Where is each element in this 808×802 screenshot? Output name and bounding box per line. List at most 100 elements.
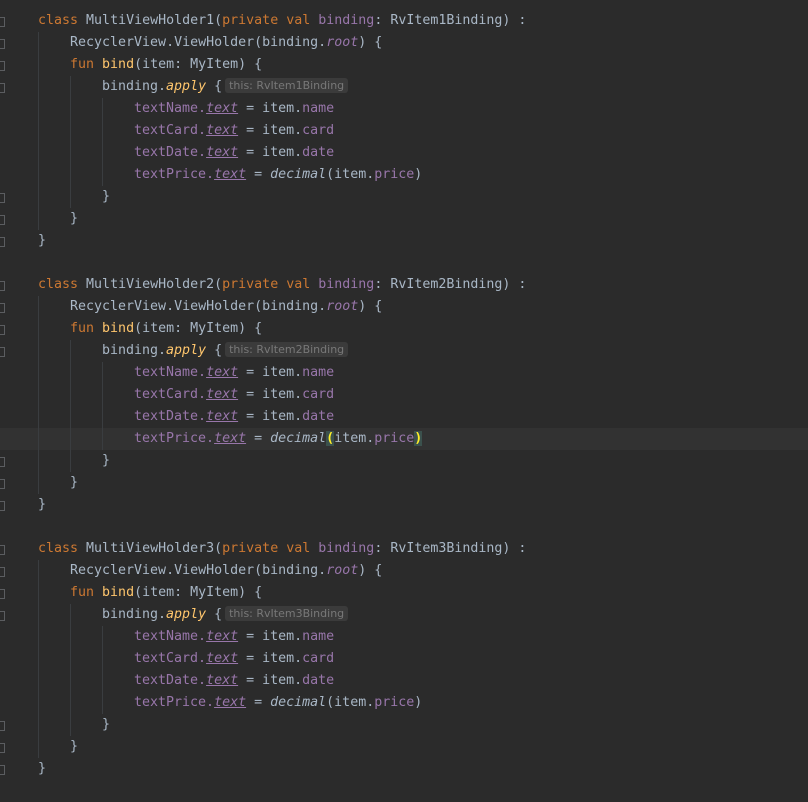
colon: : [374,13,383,28]
value-property: date [302,673,335,688]
receiver: textDate. [134,145,207,160]
code-line[interactable]: RecyclerView.ViewHolder(binding.root) { [0,32,808,54]
closing-brace: } [70,475,79,490]
code-line[interactable]: textCard.text = item.card [0,648,808,670]
assign-op: = item. [238,123,303,138]
code-line[interactable]: binding.apply {this: RvItem1Binding [0,76,808,98]
code-line[interactable]: RecyclerView.ViewHolder(binding.root) { [0,560,808,582]
code-line[interactable]: fun bind(item: MyItem) { [0,582,808,604]
code-line[interactable]: textName.text = item.name [0,626,808,648]
fold-marker-icon[interactable] [0,61,5,71]
fold-marker-icon[interactable] [0,39,5,49]
keyword: val [286,541,311,556]
fold-marker-icon[interactable] [0,303,5,313]
fold-marker-icon[interactable] [0,457,5,467]
fold-marker-icon[interactable] [0,479,5,489]
code-line[interactable]: textDate.text = item.date [0,670,808,692]
function-call: decimal [270,167,327,182]
fold-marker-icon[interactable] [0,721,5,731]
fold-marker-icon[interactable] [0,281,5,291]
value-property: price [374,167,415,182]
closing-brace: } [38,497,47,512]
synthetic-property: text [206,409,239,424]
super-end: ) { [358,299,383,314]
fold-marker-icon[interactable] [0,237,5,247]
keyword: class [38,277,79,292]
closing-brace: } [102,717,111,732]
fold-marker-icon[interactable] [0,347,5,357]
receiver: textDate. [134,673,207,688]
code-line[interactable]: } [0,208,808,230]
code-line[interactable]: } [0,714,808,736]
code-line[interactable]: class MultiViewHolder2(private val bindi… [0,274,808,296]
code-line[interactable]: textName.text = item.name [0,98,808,120]
code-line[interactable]: RecyclerView.ViewHolder(binding.root) { [0,296,808,318]
indent-guide [102,626,103,714]
code-line[interactable]: textPrice.text = decimal(item.price) [0,164,808,186]
code-line[interactable]: textName.text = item.name [0,362,808,384]
code-line[interactable]: textDate.text = item.date [0,142,808,164]
fold-marker-icon[interactable] [0,743,5,753]
root-property: root [326,35,359,50]
type-name: RvItem1Binding [390,13,503,28]
code-line[interactable]: } [0,494,808,516]
fold-marker-icon[interactable] [0,611,5,621]
apply-receiver: binding. [102,607,167,622]
type-name: RvItem2Binding [390,277,503,292]
code-line[interactable]: } [0,472,808,494]
fold-marker-icon[interactable] [0,589,5,599]
fold-marker-icon[interactable] [0,325,5,335]
brace: { [214,79,223,94]
apply-call: apply [166,343,207,358]
keyword: fun [70,57,95,72]
value-property: name [302,365,335,380]
assign-op: = item. [238,673,303,688]
function-call: decimal [270,431,327,446]
code-line[interactable]: binding.apply {this: RvItem2Binding [0,340,808,362]
value-property: price [374,431,415,446]
fold-marker-icon[interactable] [0,765,5,775]
fold-marker-icon[interactable] [0,193,5,203]
class-name: MultiViewHolder3 [86,541,215,556]
code-line[interactable]: binding.apply {this: RvItem3Binding [0,604,808,626]
fold-marker-icon[interactable] [0,567,5,577]
code-line[interactable]: } [0,736,808,758]
code-line[interactable]: } [0,230,808,252]
root-property: root [326,299,359,314]
code-line[interactable]: textCard.text = item.card [0,384,808,406]
code-line[interactable]: fun bind(item: MyItem) { [0,54,808,76]
apply-call: apply [166,79,207,94]
code-line[interactable]: fun bind(item: MyItem) { [0,318,808,340]
receiver: textPrice. [134,167,215,182]
synthetic-property: text [214,431,247,446]
receiver: textPrice. [134,431,215,446]
fold-marker-icon[interactable] [0,501,5,511]
function-params: (item: MyItem) { [134,321,263,336]
receiver: textDate. [134,409,207,424]
fold-marker-icon[interactable] [0,545,5,555]
receiver: textCard. [134,123,207,138]
current-code-line[interactable]: textPrice.text = decimal(item.price) [0,428,808,450]
code-line[interactable]: } [0,450,808,472]
code-line[interactable]: } [0,758,808,780]
synthetic-property: text [206,387,239,402]
code-line[interactable]: class MultiViewHolder1(private val bindi… [0,10,808,32]
code-editor[interactable]: class MultiViewHolder1(private val bindi… [0,0,808,802]
synthetic-property: text [206,145,239,160]
synthetic-property: text [214,167,247,182]
fold-marker-icon[interactable] [0,215,5,225]
indent-guide [38,560,39,758]
synthetic-property: text [206,651,239,666]
fold-marker-icon[interactable] [0,17,5,27]
fold-marker-icon[interactable] [0,83,5,93]
code-line[interactable]: } [0,186,808,208]
receiver: textName. [134,629,207,644]
assign-op: = item. [238,409,303,424]
code-line[interactable]: textCard.text = item.card [0,120,808,142]
arg-close: ) [414,167,423,182]
code-line[interactable]: textDate.text = item.date [0,406,808,428]
colon: : [374,277,383,292]
code-line[interactable]: textPrice.text = decimal(item.price) [0,692,808,714]
code-line[interactable]: class MultiViewHolder3(private val bindi… [0,538,808,560]
value-property: date [302,409,335,424]
